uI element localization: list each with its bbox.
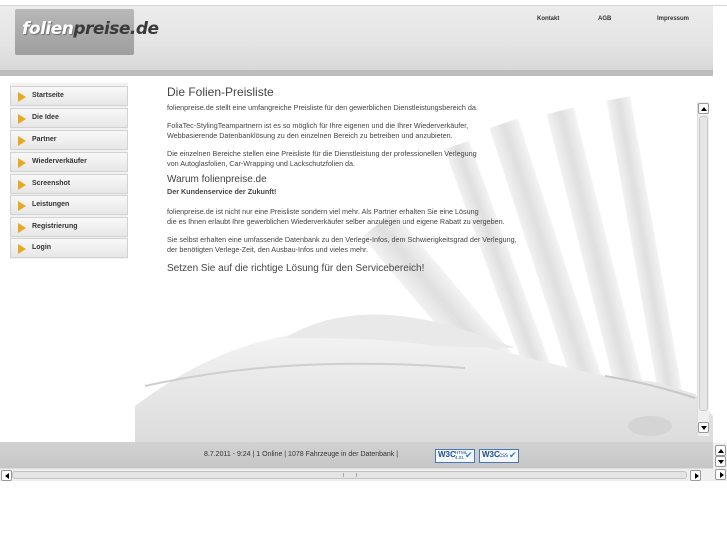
arrow-right-icon xyxy=(18,136,26,146)
scrollbar-corner xyxy=(713,468,727,481)
paragraph-line: Die einzelnen Bereiche stellen eine Prei… xyxy=(167,149,477,158)
sidebar-item-label: Wiederverkäufer xyxy=(32,158,87,165)
page-vertical-scrollbar[interactable] xyxy=(713,443,727,468)
browser-page: folienpreise.de Kontakt AGB Impressum St… xyxy=(0,0,727,545)
sidebar-item-label: Leistungen xyxy=(32,201,70,208)
arrow-right-icon xyxy=(18,158,26,168)
paragraph-line: FoliaTec-StylingTeampartnern ist es so m… xyxy=(167,121,469,130)
badge-label-bottom: 4.01 xyxy=(455,455,464,460)
checkmark-icon: ✔ xyxy=(509,450,517,460)
nav-link-agb[interactable]: AGB xyxy=(598,16,611,22)
arrow-right-icon xyxy=(18,180,26,190)
sidebar-item-label: Startseite xyxy=(32,92,64,99)
paragraph-line: Sie selbst erhalten eine umfassende Date… xyxy=(167,235,517,244)
site-header: folienpreise.de Kontakt AGB Impressum xyxy=(0,6,713,76)
page-scroll-down-button[interactable] xyxy=(715,456,726,467)
scroll-right-button[interactable] xyxy=(690,470,701,481)
scroll-left-button[interactable] xyxy=(1,470,12,481)
main-content: Die Folien-Preisliste folienpreise.de st… xyxy=(135,76,713,442)
paragraph-line: der benötigten Verlege-Zeit, den Ausbau-… xyxy=(167,245,368,254)
sidebar-item-wiederverkaeufer[interactable]: Wiederverkäufer xyxy=(10,152,128,172)
site-footer: 8.7.2011 - 9:24 | 1 Online | 1078 Fahrze… xyxy=(0,442,713,468)
sidebar-item-label: Die Idee xyxy=(32,114,59,121)
chevron-up-icon xyxy=(718,449,724,453)
sidebar-item-startseite[interactable]: Startseite xyxy=(10,86,128,106)
arrow-right-icon xyxy=(18,244,26,254)
chevron-right-icon xyxy=(720,472,724,478)
badge-label: css xyxy=(499,453,508,459)
scroll-up-button[interactable] xyxy=(698,103,709,114)
sidebar-item-partner[interactable]: Partner xyxy=(10,130,128,150)
slogan: Der Kundenservice der Zukunft! xyxy=(167,187,277,196)
call-to-action: Setzen Sie auf die richtige Lösung für d… xyxy=(167,263,425,274)
paragraph-line: die es Ihnen erlaubt Ihre gewerblichen W… xyxy=(167,217,505,226)
paragraph-line: von Autoglasfolien, Car-Wrapping und Lac… xyxy=(167,159,356,168)
chevron-right-icon xyxy=(695,473,699,479)
w3c-css-badge[interactable]: W3C css ✔ xyxy=(479,449,519,463)
sidebar-item-screenshot[interactable]: Screenshot xyxy=(10,174,128,194)
scroll-grip xyxy=(343,473,357,477)
chevron-down-icon xyxy=(701,426,707,430)
nav-link-kontakt[interactable]: Kontakt xyxy=(537,16,559,22)
intro-text: folienpreise.de stellt eine umfangreiche… xyxy=(167,103,478,112)
sidebar-item-leistungen[interactable]: Leistungen xyxy=(10,195,128,215)
sidebar-item-registrierung[interactable]: Registrierung xyxy=(10,217,128,237)
paragraph-line: Webbasierende Datenbanklösung zu den ein… xyxy=(167,131,453,140)
sidebar-item-label: Registrierung xyxy=(32,223,78,230)
page-scroll-up-button[interactable] xyxy=(715,445,726,456)
checkmark-icon: ✔ xyxy=(465,450,473,460)
arrow-right-icon xyxy=(18,114,26,124)
chevron-left-icon xyxy=(5,473,9,479)
sidebar-menu: Startseite Die Idee Partner Wiederverkäu… xyxy=(10,83,128,259)
section-title: Warum folienpreise.de xyxy=(167,174,267,185)
horizontal-scroll-thumb[interactable] xyxy=(12,471,687,479)
w3c-logo: W3C xyxy=(438,450,456,459)
sidebar-item-label: Login xyxy=(32,244,52,251)
sidebar-item-login[interactable]: Login xyxy=(10,238,128,258)
top-navigation: Kontakt AGB Impressum xyxy=(0,16,713,28)
scroll-thumb[interactable] xyxy=(699,116,708,411)
scroll-right-button-2[interactable] xyxy=(715,469,726,480)
chevron-up-icon xyxy=(701,107,707,111)
article: Die Folien-Preisliste folienpreise.de st… xyxy=(167,85,667,274)
sidebar-item-label: Screenshot xyxy=(32,180,71,187)
scroll-down-button[interactable] xyxy=(698,422,709,433)
page-horizontal-scrollbar[interactable] xyxy=(0,468,713,481)
w3c-html-badge[interactable]: W3C HTML 4.01 ✔ xyxy=(435,449,475,463)
sidebar-item-die-idee[interactable]: Die Idee xyxy=(10,108,128,128)
w3c-logo: W3C xyxy=(482,450,500,459)
page-title: Die Folien-Preisliste xyxy=(167,85,274,99)
arrow-right-icon xyxy=(18,92,26,102)
sidebar-item-label: Partner xyxy=(32,136,57,143)
nav-link-impressum[interactable]: Impressum xyxy=(657,16,689,22)
arrow-right-icon xyxy=(18,201,26,211)
arrow-right-icon xyxy=(18,223,26,233)
content-scrollbar[interactable] xyxy=(697,102,709,436)
chevron-down-icon xyxy=(718,460,724,464)
status-text: 8.7.2011 - 9:24 | 1 Online | 1078 Fahrze… xyxy=(204,451,399,458)
paragraph-line: folienpreise.de ist nicht nur eine Preis… xyxy=(167,207,479,216)
